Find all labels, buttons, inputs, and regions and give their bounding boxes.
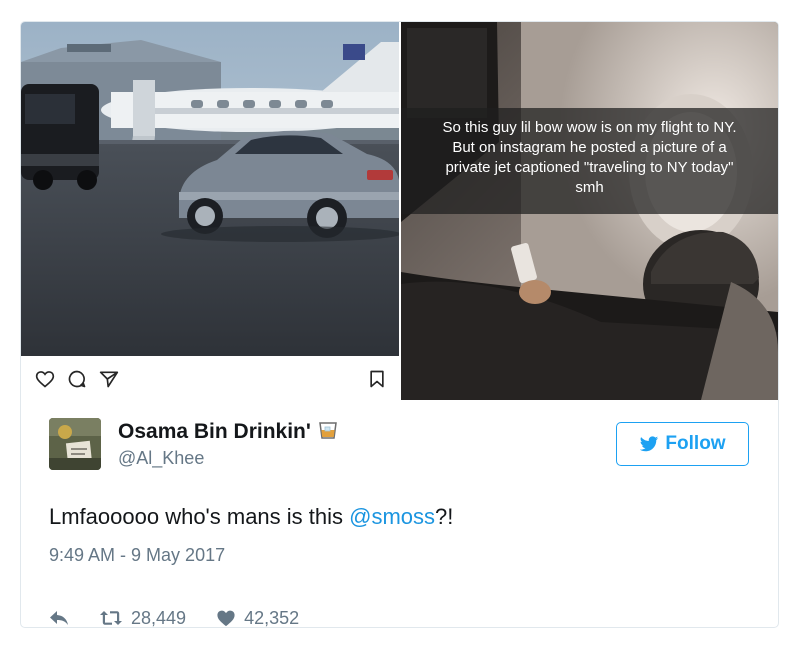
handle[interactable]: @Al_Khee	[118, 448, 204, 469]
tweet-body: Osama Bin Drinkin' @Al_Khee Follow Lmfao…	[21, 400, 778, 628]
snapchat-caption: So this guy lil bow wow is on my flight …	[442, 119, 737, 196]
private-jet-photo	[21, 22, 399, 356]
timestamp[interactable]: 9:49 AM - 9 May 2017	[49, 545, 225, 566]
comment-icon	[68, 370, 86, 388]
retweet-action[interactable]: 28,449	[99, 607, 187, 628]
tweet-actions: 28,449 42,352	[49, 605, 329, 628]
display-name[interactable]: Osama Bin Drinkin'	[118, 420, 338, 444]
heart-outline-icon	[35, 371, 55, 388]
follow-label: Follow	[665, 433, 726, 454]
embedded-tweet-card: So this guy lil bow wow is on my flight …	[20, 21, 779, 628]
heart-icon	[217, 610, 235, 627]
tweet-media[interactable]: So this guy lil bow wow is on my flight …	[21, 22, 778, 400]
instagram-post-screenshot	[21, 22, 399, 400]
instagram-action-bar	[21, 356, 399, 400]
bookmark-icon	[370, 370, 384, 388]
like-count: 42,352	[244, 607, 300, 628]
follow-button[interactable]: Follow	[616, 422, 749, 466]
avatar[interactable]	[49, 418, 101, 470]
display-name-text: Osama Bin Drinkin'	[118, 420, 311, 443]
reply-icon	[50, 611, 68, 625]
bird-icon	[640, 435, 659, 451]
reply-action[interactable]	[49, 610, 69, 626]
tweet-text-after: ?!	[435, 504, 454, 529]
snapchat-screenshot: So this guy lil bow wow is on my flight …	[401, 22, 778, 400]
retweet-icon	[100, 611, 122, 625]
tweet-text-before: Lmfaooooo who's mans is this	[49, 504, 350, 529]
like-action[interactable]: 42,352	[216, 607, 300, 628]
tweet-text: Lmfaooooo who's mans is this @smoss?!	[49, 504, 453, 530]
tumbler-glass-icon	[318, 422, 337, 439]
paper-plane-icon	[99, 371, 119, 388]
retweet-count: 28,449	[131, 607, 187, 628]
mention-link[interactable]: @smoss	[349, 504, 435, 529]
